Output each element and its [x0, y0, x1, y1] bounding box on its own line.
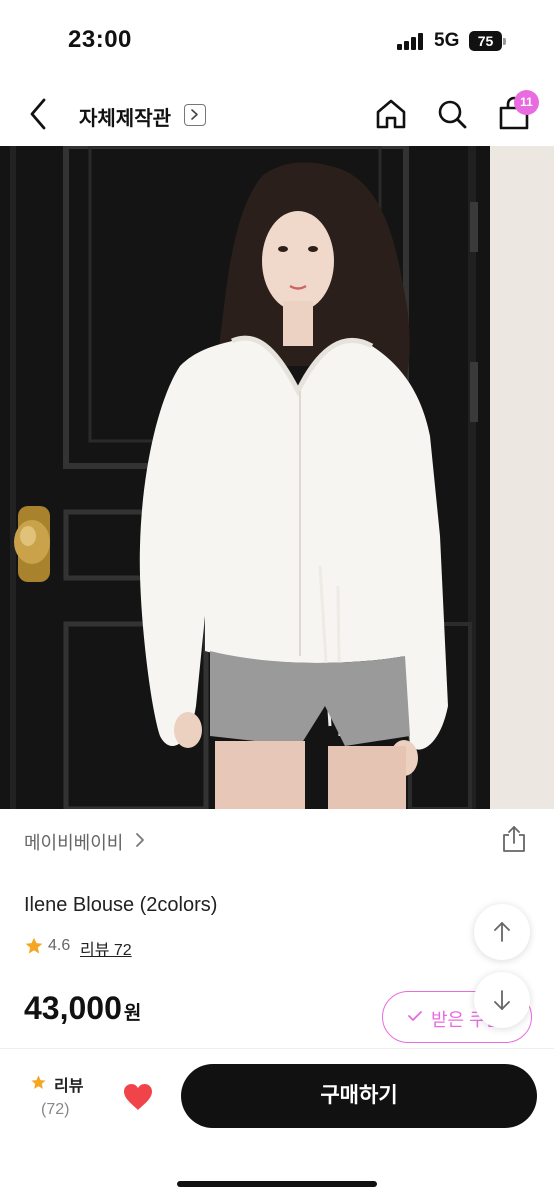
product-image-gallery[interactable] [0, 146, 554, 809]
rating-value: 4.6 [48, 937, 71, 954]
review-tab-label: 리뷰 [54, 1078, 84, 1095]
brand-row: 메이비베이비 [0, 820, 554, 860]
arrow-up-icon [494, 922, 510, 942]
chevron-right-icon[interactable] [132, 830, 148, 850]
status-time: 23:00 [68, 26, 132, 53]
bottom-action-bar: 리뷰 (72) 구매하기 [0, 1048, 554, 1200]
buy-button[interactable]: 구매하기 [181, 1064, 537, 1128]
brand-link[interactable]: 메이비베이비 [24, 829, 123, 855]
search-icon [438, 100, 467, 129]
chevron-right-box-icon[interactable] [184, 104, 206, 126]
scroll-down-button[interactable] [474, 972, 530, 1028]
product-photo [0, 146, 554, 809]
price-row: 43,000 원 [24, 990, 141, 1027]
heart-icon [124, 1084, 152, 1110]
share-button[interactable] [500, 824, 528, 854]
battery-icon: 75 [469, 31, 506, 51]
product-name: Ilene Blouse (2colors) [24, 894, 218, 916]
page-title[interactable]: 자체제작관 [79, 102, 171, 131]
review-tab[interactable]: 리뷰 (72) [30, 1071, 110, 1123]
review-count-link[interactable]: 리뷰 72 [80, 936, 132, 960]
network-label: 5G [434, 30, 460, 51]
share-icon [503, 826, 525, 852]
status-bar: 23:00 5G 75 [0, 0, 554, 80]
cart-count-badge: 11 [514, 90, 539, 115]
header: 자체제작관 [0, 84, 554, 146]
search-button[interactable] [434, 96, 470, 132]
home-indicator [177, 1181, 377, 1187]
home-button[interactable] [373, 96, 409, 132]
scroll-up-button[interactable] [474, 904, 530, 960]
star-icon [25, 937, 43, 954]
arrow-down-icon [494, 990, 510, 1010]
signal-icon [397, 33, 425, 50]
price-value: 43,000 [24, 990, 122, 1026]
review-tab-count: (72) [41, 1101, 70, 1118]
check-icon [408, 1011, 422, 1021]
price-unit: 원 [123, 1003, 142, 1024]
battery-level: 75 [469, 31, 502, 51]
star-icon [31, 1075, 46, 1089]
back-arrow-icon [30, 98, 46, 130]
home-icon [376, 99, 406, 129]
back-button[interactable] [22, 94, 58, 134]
wishlist-button[interactable] [121, 1081, 155, 1113]
